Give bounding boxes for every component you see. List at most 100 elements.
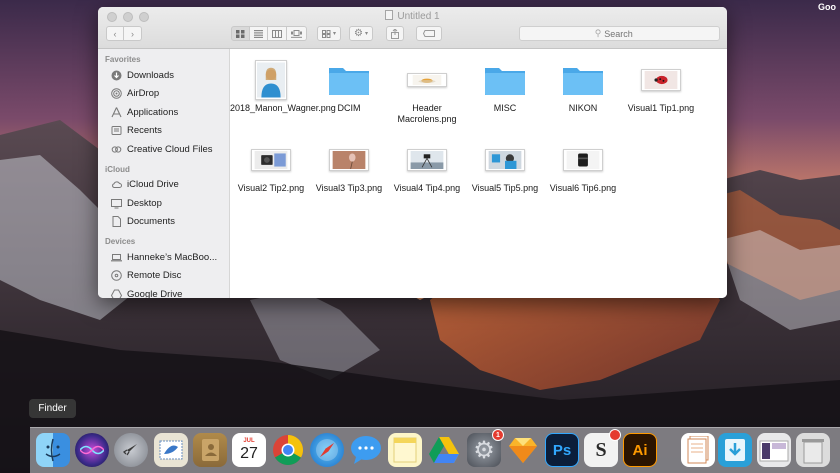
file-name: DCIM xyxy=(337,103,361,113)
calendar-month: JUL xyxy=(243,437,255,444)
list-view-button[interactable] xyxy=(250,26,268,41)
sidebar-item-macbook[interactable]: Hanneke’s MacBoo... xyxy=(98,248,229,267)
action-button[interactable]: ⚙ ▾ xyxy=(349,26,373,41)
photoshop-label: Ps xyxy=(552,441,572,459)
laptop-icon xyxy=(111,253,122,262)
notification-badge xyxy=(609,429,621,441)
folder-item[interactable]: MISC xyxy=(464,61,546,114)
dock-scrivener[interactable]: S xyxy=(584,429,621,467)
file-item[interactable]: Visual1 Tip1.png xyxy=(620,61,702,114)
file-name: Visual2 Tip2.png xyxy=(237,183,305,193)
applications-icon xyxy=(111,107,122,117)
file-name: NIKON xyxy=(568,103,598,113)
sidebar-item-google-drive[interactable]: Google Drive xyxy=(98,285,229,298)
search-field[interactable]: ⚲ xyxy=(519,26,720,41)
dock-screenshot-stack[interactable] xyxy=(757,433,791,467)
file-item[interactable]: Visual6 Tip6.png xyxy=(542,141,624,194)
action-button-wrap: ⚙ ▾ xyxy=(349,26,373,41)
sidebar-section-icloud: iCloud xyxy=(105,164,130,174)
notification-badge: 1 xyxy=(492,429,504,441)
dock-contacts[interactable] xyxy=(193,433,227,467)
sidebar-item-desktop[interactable]: Desktop xyxy=(98,194,229,213)
share-button[interactable] xyxy=(386,26,404,41)
drive-icon xyxy=(111,289,122,298)
dock-downloads[interactable] xyxy=(718,433,752,467)
sidebar-item-downloads[interactable]: Downloads xyxy=(98,66,229,85)
dock-system-preferences[interactable]: ⚙ 1 xyxy=(467,429,504,467)
dock-notes[interactable] xyxy=(388,433,422,467)
file-item[interactable]: Visual5 Tip5.png xyxy=(464,141,546,194)
sidebar-section-favorites: Favorites xyxy=(105,55,141,64)
share-button-wrap xyxy=(386,26,404,41)
dock-photoshop[interactable]: Ps xyxy=(545,433,579,467)
dock-sketch[interactable] xyxy=(506,433,540,467)
folder-item[interactable]: DCIM xyxy=(308,61,390,114)
gallery-view-button[interactable] xyxy=(287,26,307,41)
arrange-grid-icon xyxy=(322,29,331,38)
cover-flow-icon xyxy=(291,29,302,38)
dock-chrome[interactable] xyxy=(271,433,305,467)
gear-icon: ⚙ xyxy=(473,436,495,464)
file-item[interactable]: Visual2 Tip2.png xyxy=(230,141,312,194)
file-name: 2018_Manon_Wagner.png xyxy=(230,103,336,113)
compass-icon xyxy=(316,439,338,461)
menu-bar-app-label: Goo xyxy=(818,2,836,12)
dock-document-stack[interactable] xyxy=(681,433,715,467)
sidebar-item-label: Documents xyxy=(127,216,176,228)
dock-google-drive[interactable] xyxy=(427,433,461,467)
dock-siri[interactable] xyxy=(75,433,109,467)
sidebar-item-airdrop[interactable]: AirDrop xyxy=(98,85,229,104)
sidebar-item-recents[interactable]: Recents xyxy=(98,122,229,141)
document-stack-icon xyxy=(687,436,709,464)
folder-icon xyxy=(485,68,525,95)
folder-item[interactable]: NIKON xyxy=(542,61,624,114)
sidebar-item-remote-disc[interactable]: Remote Disc xyxy=(98,267,229,286)
file-item[interactable]: Visual4 Tip4.png xyxy=(386,141,468,194)
back-button[interactable]: ‹ xyxy=(106,26,124,41)
chevron-left-icon: ‹ xyxy=(113,28,117,39)
view-mode-buttons xyxy=(231,26,307,41)
dock-illustrator[interactable]: Ai xyxy=(623,433,657,467)
file-item[interactable]: 2018_Manon_Wagner.png xyxy=(230,60,336,114)
dock-trash[interactable] xyxy=(796,433,830,467)
tags-button[interactable] xyxy=(416,26,442,41)
dock-finder[interactable] xyxy=(36,433,70,467)
desktop-icon xyxy=(111,198,122,209)
file-item[interactable]: Visual3 Tip3.png xyxy=(308,141,390,194)
file-name: Visual3 Tip3.png xyxy=(315,183,383,193)
dock-safari[interactable] xyxy=(310,433,344,467)
dock-launchpad[interactable] xyxy=(114,433,148,467)
dock-messages[interactable] xyxy=(349,433,383,467)
forward-button[interactable]: › xyxy=(124,26,142,41)
notepad-icon xyxy=(393,437,417,463)
sidebar-item-applications[interactable]: Applications xyxy=(98,103,229,122)
icon-view-button[interactable] xyxy=(231,26,250,41)
camera-image-thumbnail xyxy=(251,149,291,171)
file-name: Visual1 Tip1.png xyxy=(627,103,695,113)
dock-mail[interactable] xyxy=(154,433,188,467)
sidebar-item-label: Recents xyxy=(127,125,162,137)
sidebar-item-icloud-drive[interactable]: iCloud Drive xyxy=(98,176,229,195)
sidebar-item-creative-cloud-files[interactable]: Creative Cloud Files xyxy=(98,140,229,159)
google-drive-icon xyxy=(429,437,459,463)
column-view-button[interactable] xyxy=(268,26,287,41)
stamp-envelope-icon xyxy=(159,440,183,460)
file-item[interactable]: Header Macrolens.png xyxy=(386,61,468,125)
dock-calendar[interactable]: JUL 27 xyxy=(232,433,266,467)
window-titlebar: Untitled 1 ‹ › ▾ ⚙ ▾ ⚲ Search xyxy=(98,7,727,49)
finder-window: Untitled 1 ‹ › ▾ ⚙ ▾ ⚲ Search Favorites … xyxy=(98,7,727,298)
search-input[interactable] xyxy=(604,28,645,39)
sidebar-item-label: Google Drive xyxy=(127,288,183,298)
documents-icon xyxy=(112,216,121,228)
arrange-button[interactable]: ▾ xyxy=(317,26,342,41)
chevron-down-icon: ▾ xyxy=(333,31,337,37)
siri-wave-icon xyxy=(80,445,104,455)
sidebar-item-label: Desktop xyxy=(127,197,162,209)
scrivener-s-icon: S xyxy=(595,438,607,461)
sidebar-item-label: Applications xyxy=(127,106,179,118)
file-name: Header Macrolens.png xyxy=(397,103,457,124)
columns-icon xyxy=(272,29,282,38)
file-name: Visual5 Tip5.png xyxy=(471,183,539,193)
sidebar-item-label: iCloud Drive xyxy=(127,179,179,191)
sidebar-item-documents[interactable]: Documents xyxy=(98,213,229,232)
